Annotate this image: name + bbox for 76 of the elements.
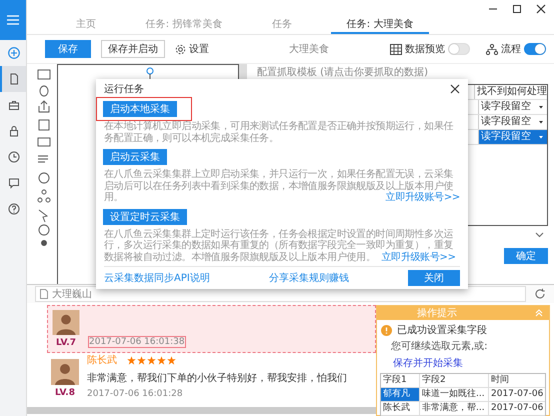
star-icon	[157, 356, 166, 364]
table-cell: 味道一如既往...	[420, 388, 489, 401]
toggle-switch[interactable]	[524, 43, 546, 55]
file-icon	[8, 73, 20, 85]
save-and-start-button[interactable]: 保存并启动	[101, 40, 165, 58]
maximize-icon[interactable]	[512, 4, 522, 14]
confirm-button[interactable]: 确定	[504, 248, 548, 264]
column-header: 时间	[490, 374, 510, 387]
dropdown-field[interactable]: 读字段留空	[478, 100, 547, 114]
save-and-start-link[interactable]: 保存并开始采集	[377, 354, 549, 372]
dropdown-field[interactable]: 读字段留空	[478, 130, 547, 144]
close-icon[interactable]	[536, 4, 546, 14]
column-header: 字段1	[381, 374, 420, 387]
save-button[interactable]: 保存	[45, 40, 91, 58]
table-cell: 郁有凡	[381, 388, 420, 401]
settings-icon	[175, 44, 186, 54]
chevron-down-icon[interactable]	[535, 232, 544, 238]
run-option-button[interactable]: 启动云采集	[103, 149, 167, 165]
tab[interactable]: 任务: 大理美食	[331, 15, 429, 34]
run-option-button[interactable]: 启动本地采集	[103, 101, 177, 117]
star-icon	[147, 356, 156, 364]
upgrade-link[interactable]: 立即升级账号>>	[381, 252, 456, 262]
menu-icon	[7, 15, 19, 25]
table-cell: 陈长武	[381, 402, 420, 415]
user-level: LV.8	[55, 388, 75, 398]
star-icon	[137, 356, 146, 364]
footer-link[interactable]: 分享采集规则赚钱	[268, 271, 349, 285]
upgrade-link[interactable]: 立即升级账号>>	[386, 192, 460, 204]
star-icon	[167, 356, 176, 364]
tab[interactable]: 任务: 拐锋常美食	[135, 15, 233, 34]
review-text: 非常满意，帮我们下单的小伙子特别好，帮我安排，怕我们	[87, 372, 347, 385]
column-header: 字段2	[420, 374, 489, 387]
table-cell: 非常满意，帮...	[420, 402, 489, 415]
table-cell-text: 2017-07-06	[490, 402, 544, 415]
option-description: 在本地计算机立即启动采集，可用来测试任务配置是否正确并按预期运行，如果任务配置正确，则可以本机完成采集任务。	[104, 121, 454, 144]
warning-icon	[381, 324, 392, 336]
sidebar-item[interactable]	[0, 66, 26, 92]
column-header: 找不到如何处理	[474, 85, 547, 99]
table-icon	[390, 44, 402, 54]
page-icon	[40, 289, 48, 299]
tips-hint: 您可继续选取元素,或:	[390, 340, 489, 354]
close-icon[interactable]	[450, 84, 460, 94]
lock-icon	[8, 125, 20, 137]
avatar-icon	[52, 310, 80, 335]
toggle-label: 数据预览	[405, 43, 445, 56]
message-icon	[8, 177, 20, 189]
clock-icon	[8, 151, 20, 163]
reviewer-name: 陈长武	[87, 354, 117, 367]
option-description: 在八爪鱼云采集集群上立即启动采集，并只运行一次，如果任务配置无误，云采集启动后可以在任务列表中看到采集的数据，本增值服务限旗舰版及以上版本用户使用。 立即升级账号>>	[104, 169, 460, 204]
config-title: 配置抓取模板 (请点击你要抓取的数据)	[257, 66, 429, 80]
tips-message: 已成功设置采集字段	[397, 324, 487, 337]
footer-link[interactable]: 云采集数据同步API说明	[104, 271, 210, 285]
close-button[interactable]: 关闭	[408, 270, 460, 286]
menu-button[interactable]	[0, 0, 26, 40]
toggle-label: 流程	[501, 42, 521, 56]
table-cell-text: 2017-07-06	[490, 388, 544, 401]
settings-button[interactable]: 设置	[175, 42, 209, 56]
user-level: LV.7	[56, 338, 76, 348]
review-date: 2017-07-06 16:01:28	[87, 389, 183, 399]
dialog-title: 运行任务	[104, 82, 144, 96]
refresh-icon[interactable]	[534, 288, 546, 300]
help-icon	[8, 203, 20, 215]
tab[interactable]: 任务	[233, 15, 331, 34]
task-name: 大理美食	[289, 42, 330, 56]
star-icon	[127, 356, 136, 364]
run-option-button[interactable]: 设置定时云采集	[103, 208, 187, 224]
add-icon	[8, 47, 20, 59]
briefcase-icon	[8, 99, 20, 111]
review-date: 2017-07-06 16:01:38	[88, 336, 186, 348]
avatar-icon	[51, 359, 79, 385]
tab[interactable]: 主页	[37, 15, 135, 34]
tips-title: 操作提示	[417, 307, 457, 320]
flowchart-icon	[486, 44, 498, 54]
dropdown-field[interactable]: 读字段留空	[478, 115, 547, 129]
option-description: 在八爪鱼云采集集群上定时运行该任务，任务会根据定时设置的时间周期性多次运行，多次运行采集的数据如果有重复的（所有数据字段完全一致即为重复），重复数据将被自动过滤。本增值服务限旗舰版及以上版本用户使用。 立即升级账号>>	[104, 228, 457, 263]
scrollbar[interactable]	[27, 407, 376, 414]
